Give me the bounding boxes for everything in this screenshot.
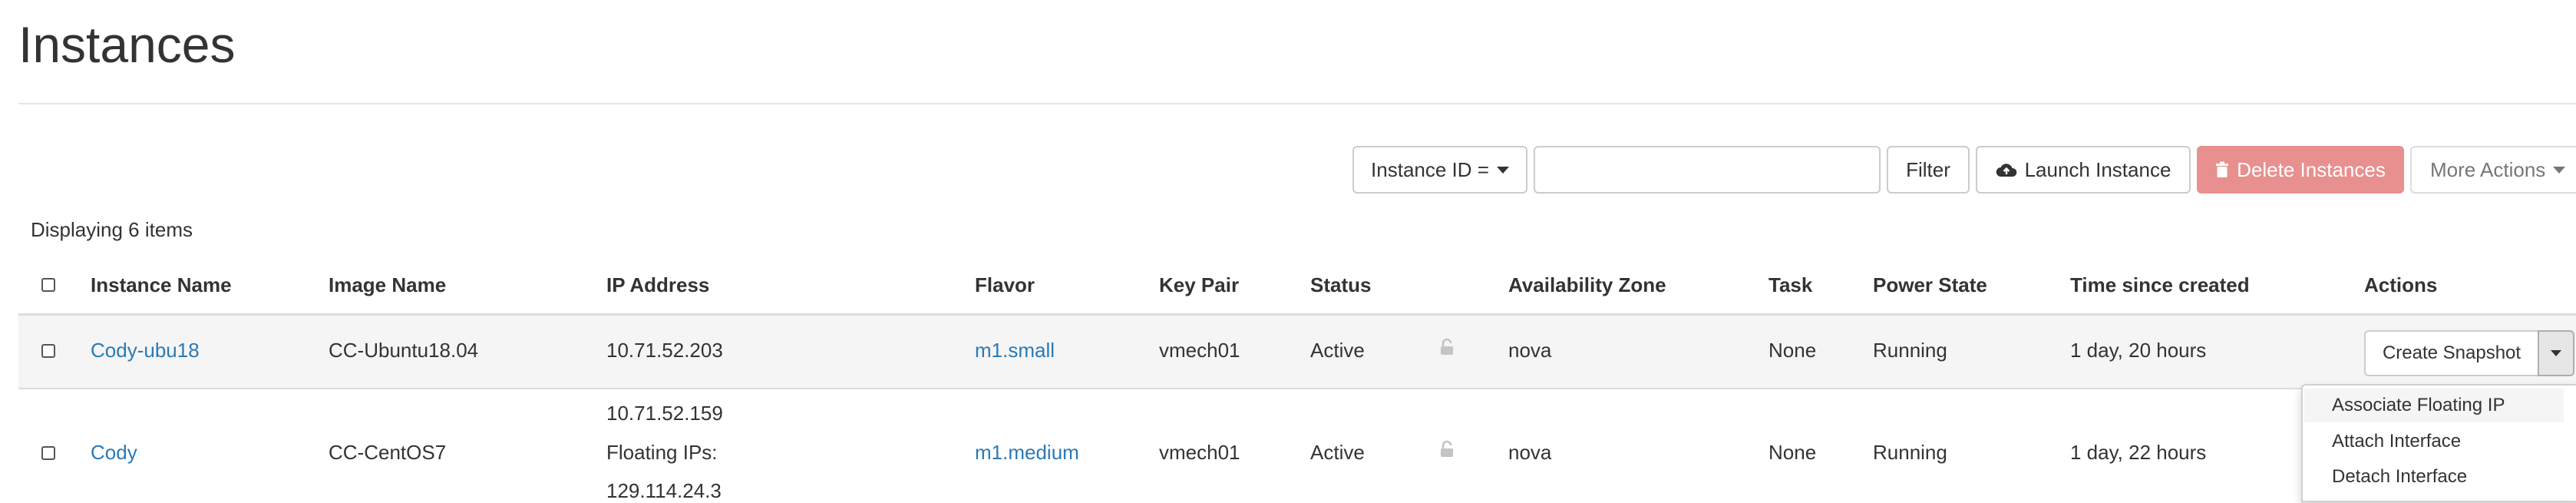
- select-all-checkbox[interactable]: [41, 278, 55, 292]
- filter-field-select[interactable]: Instance ID =: [1352, 146, 1527, 194]
- header-availability-zone[interactable]: Availability Zone: [1508, 273, 1666, 297]
- ip-address: 10.71.52.203: [606, 339, 723, 362]
- header-instance-name[interactable]: Instance Name: [91, 273, 232, 297]
- more-actions-label: More Actions: [2430, 157, 2546, 181]
- unlock-icon: [1441, 338, 1453, 355]
- image-name: CC-CentOS7: [329, 441, 447, 464]
- actions-dropdown-menu: Associate Floating IP Attach Interface D…: [2301, 384, 2576, 502]
- task: None: [1769, 441, 1817, 464]
- ip-address: 10.71.52.159: [606, 402, 723, 425]
- cloud-upload-icon: [1996, 164, 2016, 177]
- header-image-name[interactable]: Image Name: [329, 273, 446, 297]
- trash-icon: [2216, 161, 2229, 177]
- chevron-down-icon: [2551, 350, 2561, 356]
- header-time-since-created[interactable]: Time since created: [2070, 273, 2250, 297]
- power-state: Running: [1873, 339, 1947, 362]
- filter-input[interactable]: [1534, 146, 1881, 194]
- header-actions: Actions: [2364, 273, 2438, 296]
- delete-instances-button[interactable]: Delete Instances: [2197, 146, 2404, 194]
- create-snapshot-button[interactable]: Create Snapshot: [2364, 330, 2538, 376]
- availability-zone: nova: [1508, 339, 1552, 362]
- key-pair: vmech01: [1159, 441, 1240, 464]
- header-task[interactable]: Task: [1769, 273, 1812, 297]
- floating-ip-address: 129.114.24.3: [606, 479, 722, 502]
- image-name: CC-Ubuntu18.04: [329, 339, 479, 362]
- floating-ips-label: Floating IPs:: [606, 441, 718, 464]
- filter-button[interactable]: Filter: [1887, 146, 1970, 194]
- header-status[interactable]: Status: [1310, 273, 1371, 297]
- actions-dropdown-toggle[interactable]: [2538, 330, 2574, 376]
- row-divider: [18, 388, 2576, 389]
- instance-name-link[interactable]: Cody-ubu18: [91, 339, 200, 362]
- power-state: Running: [1873, 441, 1947, 464]
- status: Active: [1310, 441, 1365, 464]
- time-since-created: 1 day, 22 hours: [2070, 441, 2207, 464]
- row-checkbox[interactable]: [41, 344, 55, 358]
- instance-name-link[interactable]: Cody: [91, 441, 137, 465]
- launch-instance-button[interactable]: Launch Instance: [1976, 146, 2191, 194]
- chevron-down-icon: [1496, 166, 1509, 174]
- row-checkbox[interactable]: [41, 446, 55, 460]
- launch-instance-label: Launch Instance: [2024, 157, 2171, 181]
- availability-zone: nova: [1508, 441, 1552, 464]
- title-divider: [18, 103, 2576, 104]
- flavor-link[interactable]: m1.medium: [975, 441, 1079, 465]
- flavor-link[interactable]: m1.small: [975, 339, 1055, 362]
- task: None: [1769, 339, 1817, 362]
- create-snapshot-label: Create Snapshot: [2382, 343, 2522, 363]
- item-count: Displaying 6 items: [31, 218, 193, 241]
- page-title: Instances: [18, 16, 236, 73]
- menu-item-attach-interface[interactable]: Attach Interface: [2332, 431, 2461, 452]
- header-power-state[interactable]: Power State: [1873, 273, 1987, 297]
- header-ip-address[interactable]: IP Address: [606, 273, 709, 297]
- filter-field-label: Instance ID =: [1371, 157, 1489, 181]
- status: Active: [1310, 339, 1365, 362]
- menu-item-detach-interface[interactable]: Detach Interface: [2332, 466, 2467, 488]
- key-pair: vmech01: [1159, 339, 1240, 362]
- delete-instances-label: Delete Instances: [2237, 157, 2386, 181]
- time-since-created: 1 day, 20 hours: [2070, 339, 2207, 362]
- menu-item-associate-floating-ip[interactable]: Associate Floating IP: [2304, 389, 2564, 422]
- filter-button-label: Filter: [1906, 157, 1950, 181]
- unlock-icon: [1441, 440, 1453, 457]
- more-actions-button[interactable]: More Actions: [2410, 146, 2576, 194]
- header-key-pair[interactable]: Key Pair: [1159, 273, 1239, 297]
- header-flavor[interactable]: Flavor: [975, 273, 1035, 297]
- chevron-down-icon: [2553, 166, 2566, 174]
